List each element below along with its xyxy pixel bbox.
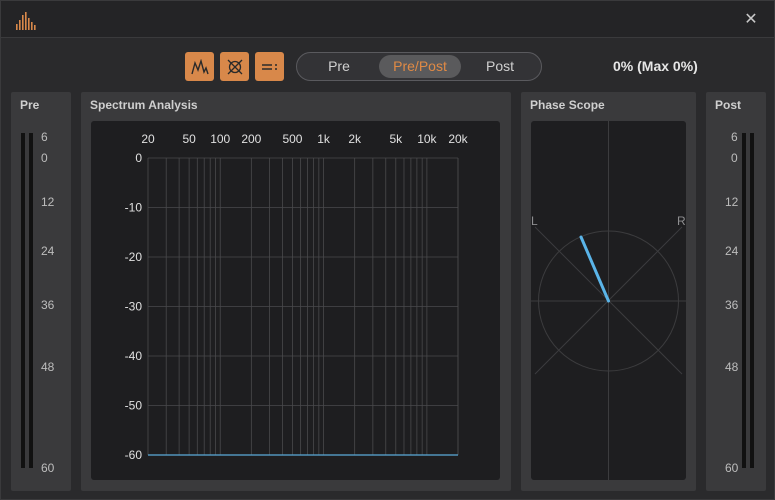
pre-meter-label: 12 xyxy=(41,195,55,209)
post-meter-label: 24 xyxy=(725,244,739,258)
post-meter-label: 48 xyxy=(725,360,739,374)
post-meter-label: 6 xyxy=(731,130,738,144)
db-tick-label: -60 xyxy=(125,448,143,462)
post-meter-label: 12 xyxy=(725,195,739,209)
mode-pre-button[interactable]: Pre xyxy=(299,55,379,78)
freq-tick-label: 1k xyxy=(317,132,331,146)
meters-view-button[interactable] xyxy=(255,52,284,81)
level-readout: 0% (Max 0%) xyxy=(613,58,698,74)
freq-tick-label: 500 xyxy=(282,132,302,146)
analyzer-window: ✕ Pre Pre/Post Post 0% (Max 0%) Pre 6 0 … xyxy=(0,0,775,500)
pre-meter-title: Pre xyxy=(20,98,40,112)
title-bar: ✕ xyxy=(1,1,774,38)
post-meter-left-bar xyxy=(742,133,746,468)
mode-post-button[interactable]: Post xyxy=(461,55,539,78)
freq-tick-label: 20k xyxy=(448,132,468,146)
mode-selector: Pre Pre/Post Post xyxy=(296,52,542,81)
freq-tick-label: 20 xyxy=(141,132,155,146)
spectrum-title: Spectrum Analysis xyxy=(90,98,198,112)
db-tick-label: -50 xyxy=(125,399,143,413)
spectrum-app-icon xyxy=(16,12,36,30)
post-meter-label: 60 xyxy=(725,461,739,475)
post-meter-label: 36 xyxy=(725,298,739,312)
post-meter-label: 0 xyxy=(731,151,738,165)
db-tick-label: -30 xyxy=(125,300,143,314)
freq-tick-label: 2k xyxy=(348,132,362,146)
meters-view-icon xyxy=(261,63,277,70)
db-tick-label: -20 xyxy=(125,250,143,264)
phase-vector xyxy=(579,235,610,303)
pre-meter-label: 60 xyxy=(41,461,55,475)
freq-tick-label: 5k xyxy=(389,132,403,146)
mode-prepost-button[interactable]: Pre/Post xyxy=(379,55,461,78)
phase-view-icon xyxy=(227,59,242,74)
db-tick-label: -10 xyxy=(125,201,143,215)
phase-view-button[interactable] xyxy=(220,52,249,81)
scope-left-label: L xyxy=(531,214,538,228)
close-button[interactable]: ✕ xyxy=(742,11,760,29)
pre-meter-label: 24 xyxy=(41,244,55,258)
phase-scope-title: Phase Scope xyxy=(530,98,605,112)
post-meter-right-bar xyxy=(750,133,754,468)
pre-meter-label: 48 xyxy=(41,360,55,374)
pre-meter-right-bar xyxy=(29,133,33,468)
spectrum-graph: 0 -10 -20 -30 -40 -50 -60 20 50 100 200 500 1k 2k 5k 10… xyxy=(125,132,469,462)
spectrum-view-icon xyxy=(190,58,209,74)
db-tick-label: -40 xyxy=(125,349,143,363)
freq-tick-label: 100 xyxy=(210,132,230,146)
pre-meter-label: 0 xyxy=(41,151,48,165)
freq-tick-label: 10k xyxy=(417,132,437,146)
scope-right-label: R xyxy=(677,214,686,228)
pre-meter-label: 36 xyxy=(41,298,55,312)
spectrum-view-button[interactable] xyxy=(185,52,214,81)
freq-tick-label: 50 xyxy=(182,132,196,146)
freq-tick-label: 200 xyxy=(241,132,261,146)
pre-meter-label: 6 xyxy=(41,130,48,144)
phase-scope-graph: L R xyxy=(531,121,686,480)
post-meter-title: Post xyxy=(715,98,742,112)
pre-meter-left-bar xyxy=(21,133,25,468)
db-tick-label: 0 xyxy=(135,151,142,165)
